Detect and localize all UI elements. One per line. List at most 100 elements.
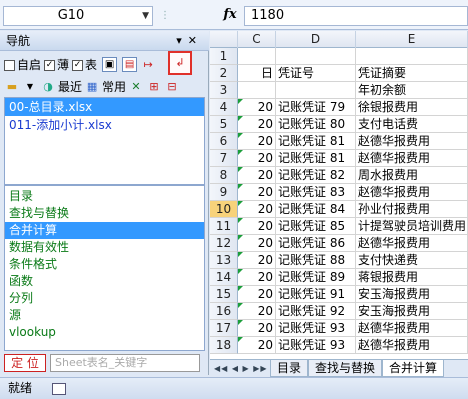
- row-header[interactable]: 11: [210, 218, 238, 235]
- cell-d[interactable]: 记账凭证 82: [276, 167, 356, 184]
- return-icon[interactable]: ↲: [168, 51, 192, 75]
- dropdown-icon[interactable]: ▾: [176, 34, 188, 47]
- cell-c[interactable]: 20: [238, 269, 276, 286]
- cell-c[interactable]: 20: [238, 116, 276, 133]
- cell-c[interactable]: 20: [238, 150, 276, 167]
- list-item[interactable]: 目录: [5, 188, 204, 205]
- recent-icon[interactable]: ◑: [40, 79, 56, 94]
- folder-icon[interactable]: ▬: [4, 79, 20, 94]
- option-workbook[interactable]: ✓ 薄: [44, 56, 69, 73]
- row-header[interactable]: 1: [210, 48, 238, 65]
- row-header[interactable]: 15: [210, 286, 238, 303]
- cell-d[interactable]: 记账凭证 86: [276, 235, 356, 252]
- tab-scroll-arrows[interactable]: ◀◀ ◀ ▶ ▶▶: [210, 364, 270, 373]
- cell-e[interactable]: 赵德华报费用: [356, 184, 468, 201]
- cell-c[interactable]: 20: [238, 286, 276, 303]
- favorites-icon[interactable]: ▦: [84, 79, 100, 94]
- option-sheet[interactable]: ✓ 表: [72, 56, 97, 73]
- cell-c[interactable]: 20: [238, 337, 276, 354]
- row-header[interactable]: 3: [210, 82, 238, 99]
- row-header[interactable]: 5: [210, 116, 238, 133]
- delete-sheet-icon[interactable]: ⊟: [164, 79, 180, 94]
- cell-e[interactable]: [356, 48, 468, 65]
- cell-c[interactable]: [238, 48, 276, 65]
- cell-c[interactable]: 20: [238, 133, 276, 150]
- cell-e[interactable]: 赵德华报费用: [356, 133, 468, 150]
- option-autostart[interactable]: 自启: [4, 56, 41, 73]
- locate-input[interactable]: Sheet表名_关键字: [50, 354, 200, 372]
- cell-c[interactable]: 20: [238, 184, 276, 201]
- cell-d[interactable]: 记账凭证 81: [276, 133, 356, 150]
- cell-d[interactable]: [276, 48, 356, 65]
- cell-d[interactable]: 记账凭证 91: [276, 286, 356, 303]
- cell-c[interactable]: 日: [238, 65, 276, 82]
- cell-e[interactable]: 周水报费用: [356, 167, 468, 184]
- cell-e[interactable]: 赵德华报费用: [356, 235, 468, 252]
- row-header[interactable]: 13: [210, 252, 238, 269]
- window-icon[interactable]: ▣: [102, 56, 118, 72]
- common-button[interactable]: 常用: [102, 78, 126, 95]
- cell-d[interactable]: 记账凭证 83: [276, 184, 356, 201]
- checkbox-autostart[interactable]: [4, 59, 15, 71]
- cell-d[interactable]: 记账凭证 88: [276, 252, 356, 269]
- row-header[interactable]: 10: [210, 201, 238, 218]
- cell-c[interactable]: 20: [238, 320, 276, 337]
- row-header[interactable]: 14: [210, 269, 238, 286]
- chevron-down-icon[interactable]: ▼: [142, 7, 149, 25]
- cell-d[interactable]: 记账凭证 93: [276, 337, 356, 354]
- column-header-d[interactable]: D: [276, 31, 356, 48]
- select-all-corner[interactable]: [210, 31, 238, 48]
- cell-d[interactable]: 记账凭证 79: [276, 99, 356, 116]
- cell-e[interactable]: 凭证摘要: [356, 65, 468, 82]
- cell-e[interactable]: 支付快递费: [356, 252, 468, 269]
- cell-d[interactable]: 记账凭证 81: [276, 150, 356, 167]
- cell-e[interactable]: 安玉海报费用: [356, 303, 468, 320]
- cell-c[interactable]: 20: [238, 218, 276, 235]
- add-sheet-icon[interactable]: ⊞: [146, 79, 162, 94]
- formula-input[interactable]: 1180: [244, 6, 468, 26]
- tab-mulu[interactable]: 目录: [270, 360, 309, 377]
- list-item[interactable]: 函数: [5, 273, 204, 290]
- recent-button[interactable]: 最近: [58, 78, 82, 95]
- row-header[interactable]: 8: [210, 167, 238, 184]
- excel-icon[interactable]: ✕: [128, 79, 144, 94]
- row-header[interactable]: 2: [210, 65, 238, 82]
- cell-e[interactable]: 蒋银报费用: [356, 269, 468, 286]
- cell-c[interactable]: 20: [238, 303, 276, 320]
- cell-c[interactable]: 20: [238, 235, 276, 252]
- row-header[interactable]: 17: [210, 320, 238, 337]
- cell-c[interactable]: [238, 82, 276, 99]
- row-header[interactable]: 18: [210, 337, 238, 354]
- list-item[interactable]: 查找与替换: [5, 205, 204, 222]
- list-item[interactable]: 条件格式: [5, 256, 204, 273]
- locate-button[interactable]: 定 位: [4, 354, 46, 372]
- cell-e[interactable]: 年初余额: [356, 82, 468, 99]
- cell-e[interactable]: 安玉海报费用: [356, 286, 468, 303]
- insert-function-icon[interactable]: fx: [218, 4, 242, 26]
- cell-e[interactable]: 徐银报费用: [356, 99, 468, 116]
- row-header[interactable]: 7: [210, 150, 238, 167]
- cell-d[interactable]: 记账凭证 80: [276, 116, 356, 133]
- row-header[interactable]: 4: [210, 99, 238, 116]
- list-item[interactable]: vlookup: [5, 324, 204, 341]
- row-header[interactable]: 16: [210, 303, 238, 320]
- cell-d[interactable]: [276, 82, 356, 99]
- cell-e[interactable]: 支付电话费: [356, 116, 468, 133]
- calendar-icon[interactable]: ▤: [122, 56, 138, 72]
- list-item[interactable]: 00-总目录.xlsx: [5, 98, 204, 116]
- tab-consolidate[interactable]: 合并计算: [382, 360, 445, 377]
- row-header[interactable]: 6: [210, 133, 238, 150]
- column-header-e[interactable]: E: [356, 31, 468, 48]
- page-layout-icon[interactable]: [51, 382, 66, 395]
- list-item[interactable]: 源: [5, 307, 204, 324]
- list-item[interactable]: 011-添加小计.xlsx: [5, 116, 204, 134]
- cell-c[interactable]: 20: [238, 167, 276, 184]
- row-header[interactable]: 12: [210, 235, 238, 252]
- cell-d[interactable]: 记账凭证 93: [276, 320, 356, 337]
- name-box[interactable]: G10 ▼: [3, 6, 153, 26]
- cell-e[interactable]: 赵德华报费用: [356, 337, 468, 354]
- close-icon[interactable]: ✕: [188, 34, 203, 47]
- cell-d[interactable]: 记账凭证 89: [276, 269, 356, 286]
- checkbox-sheet[interactable]: ✓: [72, 59, 84, 71]
- cell-c[interactable]: 20: [238, 252, 276, 269]
